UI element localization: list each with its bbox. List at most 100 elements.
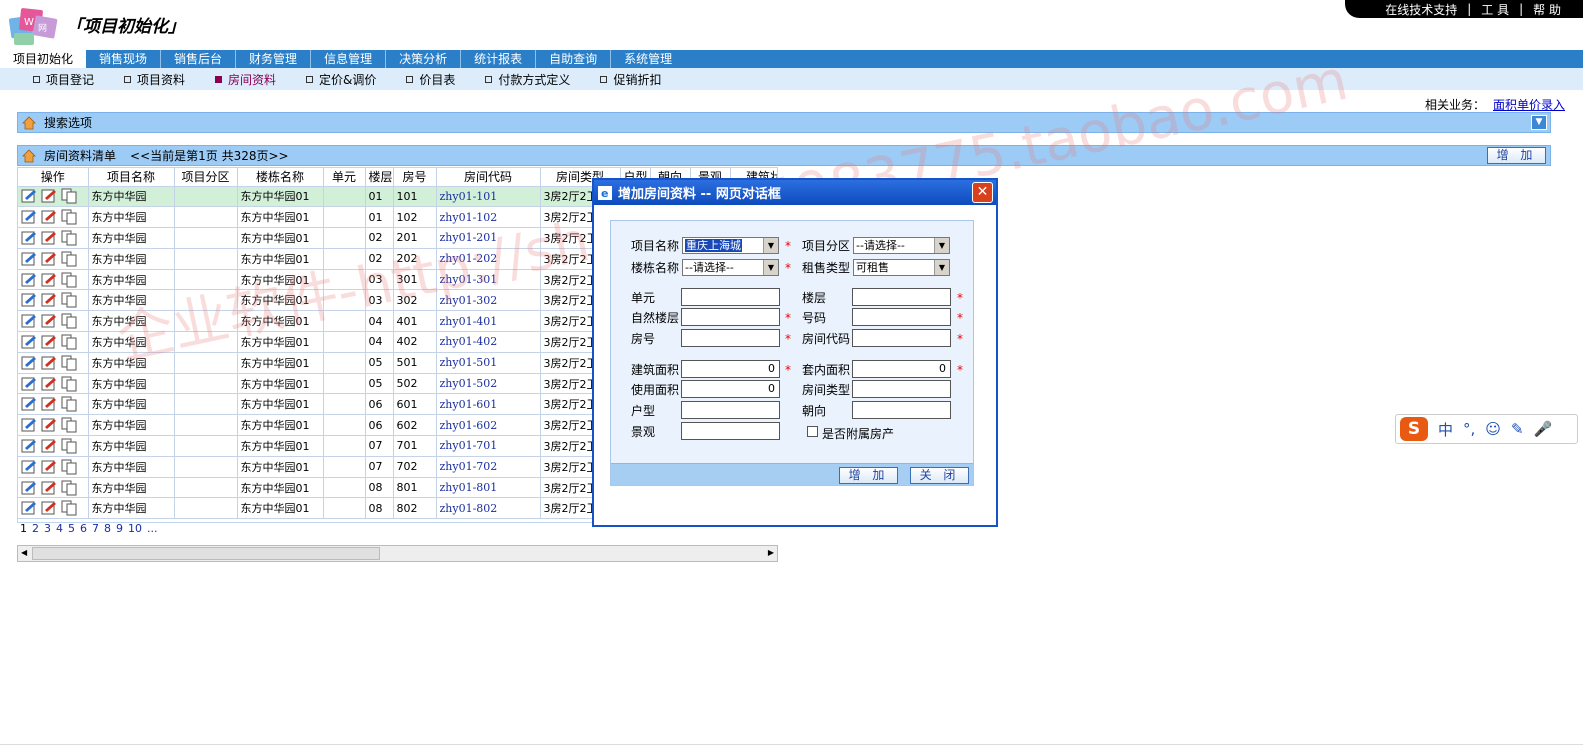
edit-icon[interactable]: [21, 272, 38, 288]
delete-icon[interactable]: [41, 376, 58, 392]
delete-icon[interactable]: [41, 396, 58, 412]
rent-sale-type-select[interactable]: 可租售 ▼: [853, 259, 950, 276]
edit-icon[interactable]: [21, 396, 38, 412]
edit-icon[interactable]: [21, 355, 38, 371]
delete-icon[interactable]: [41, 417, 58, 433]
edit-icon[interactable]: [21, 480, 38, 496]
subnav-price-list[interactable]: 价目表: [406, 71, 455, 88]
copy-icon[interactable]: [61, 230, 78, 246]
edit-icon[interactable]: [21, 500, 38, 516]
nav-finance[interactable]: 财务管理: [236, 50, 312, 68]
room-code-cell[interactable]: zhy01-601: [436, 393, 541, 416]
copy-icon[interactable]: [61, 417, 78, 433]
copy-icon[interactable]: [61, 188, 78, 204]
room-code-cell[interactable]: zhy01-101: [436, 186, 541, 208]
layout-input[interactable]: [681, 401, 780, 419]
expand-toggle-button[interactable]: ▼: [1531, 115, 1547, 130]
page-link[interactable]: 8: [104, 522, 111, 535]
handwrite-icon[interactable]: ✎: [1511, 420, 1524, 438]
delete-icon[interactable]: [41, 209, 58, 225]
dialog-close-icon[interactable]: ✕: [972, 182, 993, 203]
page-link[interactable]: 1: [20, 522, 27, 535]
nav-reports[interactable]: 统计报表: [461, 50, 537, 68]
room-code-cell[interactable]: zhy01-402: [436, 331, 541, 353]
edit-icon[interactable]: [21, 334, 38, 350]
unit-input[interactable]: [681, 288, 780, 306]
page-link[interactable]: 10: [128, 522, 142, 535]
nav-decision[interactable]: 决策分析: [386, 50, 462, 68]
copy-icon[interactable]: [61, 251, 78, 267]
edit-icon[interactable]: [21, 251, 38, 267]
delete-icon[interactable]: [41, 500, 58, 516]
nav-system[interactable]: 系统管理: [611, 50, 685, 68]
delete-icon[interactable]: [41, 251, 58, 267]
page-link[interactable]: ...: [147, 522, 158, 535]
help-link[interactable]: 帮 助: [1533, 1, 1561, 18]
building-name-select[interactable]: --请选择-- ▼: [682, 259, 779, 276]
page-link[interactable]: 6: [80, 522, 87, 535]
subnav-promo-discount[interactable]: 促销折扣: [600, 71, 661, 88]
natural-floor-input[interactable]: [681, 308, 780, 326]
nav-project-init[interactable]: 项目初始化: [0, 50, 87, 68]
delete-icon[interactable]: [41, 313, 58, 329]
area-price-entry-link[interactable]: 面积单价录入: [1493, 98, 1565, 112]
emoji-icon[interactable]: ☺: [1485, 420, 1501, 438]
delete-icon[interactable]: [41, 438, 58, 454]
room-code-cell[interactable]: zhy01-702: [436, 456, 541, 478]
floor-input[interactable]: [852, 288, 951, 306]
edit-icon[interactable]: [21, 313, 38, 329]
number-input[interactable]: [852, 308, 951, 326]
delete-icon[interactable]: [41, 230, 58, 246]
delete-icon[interactable]: [41, 188, 58, 204]
delete-icon[interactable]: [41, 355, 58, 371]
inner-area-input[interactable]: 0: [852, 360, 951, 378]
delete-icon[interactable]: [41, 480, 58, 496]
page-link[interactable]: 4: [56, 522, 63, 535]
copy-icon[interactable]: [61, 480, 78, 496]
project-name-select[interactable]: 重庆上海城 ▼: [682, 237, 779, 254]
edit-icon[interactable]: [21, 292, 38, 308]
room-code-cell[interactable]: zhy01-502: [436, 373, 541, 395]
page-link[interactable]: 2: [32, 522, 39, 535]
delete-icon[interactable]: [41, 292, 58, 308]
tools-link[interactable]: 工 具: [1481, 1, 1509, 18]
copy-icon[interactable]: [61, 500, 78, 516]
add-room-button[interactable]: 增 加: [1487, 147, 1546, 164]
orientation-input[interactable]: [852, 401, 951, 419]
delete-icon[interactable]: [41, 459, 58, 475]
room-code-cell[interactable]: zhy01-501: [436, 352, 541, 374]
room-type-input[interactable]: [852, 380, 951, 398]
copy-icon[interactable]: [61, 355, 78, 371]
subnav-project-info[interactable]: 项目资料: [124, 71, 185, 88]
subnav-payment-method[interactable]: 付款方式定义: [485, 71, 570, 88]
room-code-input[interactable]: [852, 329, 951, 347]
dialog-close-button[interactable]: 关 闭: [910, 467, 969, 484]
edit-icon[interactable]: [21, 209, 38, 225]
copy-icon[interactable]: [61, 438, 78, 454]
nav-self-query[interactable]: 自助查询: [536, 50, 612, 68]
edit-icon[interactable]: [21, 417, 38, 433]
page-link[interactable]: 7: [92, 522, 99, 535]
room-code-cell[interactable]: zhy01-602: [436, 414, 541, 437]
dialog-add-button[interactable]: 增 加: [839, 467, 898, 484]
scroll-left-icon[interactable]: ◀: [21, 548, 27, 557]
punctuation-icon[interactable]: °,: [1463, 420, 1475, 438]
room-no-input[interactable]: [681, 329, 780, 347]
delete-icon[interactable]: [41, 334, 58, 350]
copy-icon[interactable]: [61, 272, 78, 288]
edit-icon[interactable]: [21, 376, 38, 392]
sogou-logo-icon[interactable]: S: [1400, 417, 1428, 441]
room-code-cell[interactable]: zhy01-701: [436, 435, 541, 457]
is-attached-checkbox[interactable]: [807, 426, 818, 437]
building-area-input[interactable]: 0: [681, 360, 780, 378]
subnav-project-register[interactable]: 项目登记: [33, 71, 94, 88]
nav-sales-backend[interactable]: 销售后台: [161, 50, 237, 68]
copy-icon[interactable]: [61, 459, 78, 475]
scroll-right-icon[interactable]: ▶: [768, 548, 774, 557]
project-zone-select[interactable]: --请选择-- ▼: [853, 237, 950, 254]
edit-icon[interactable]: [21, 230, 38, 246]
scrollbar-thumb[interactable]: [32, 547, 380, 560]
microphone-icon[interactable]: 🎤: [1534, 420, 1553, 438]
edit-icon[interactable]: [21, 459, 38, 475]
edit-icon[interactable]: [21, 188, 38, 204]
